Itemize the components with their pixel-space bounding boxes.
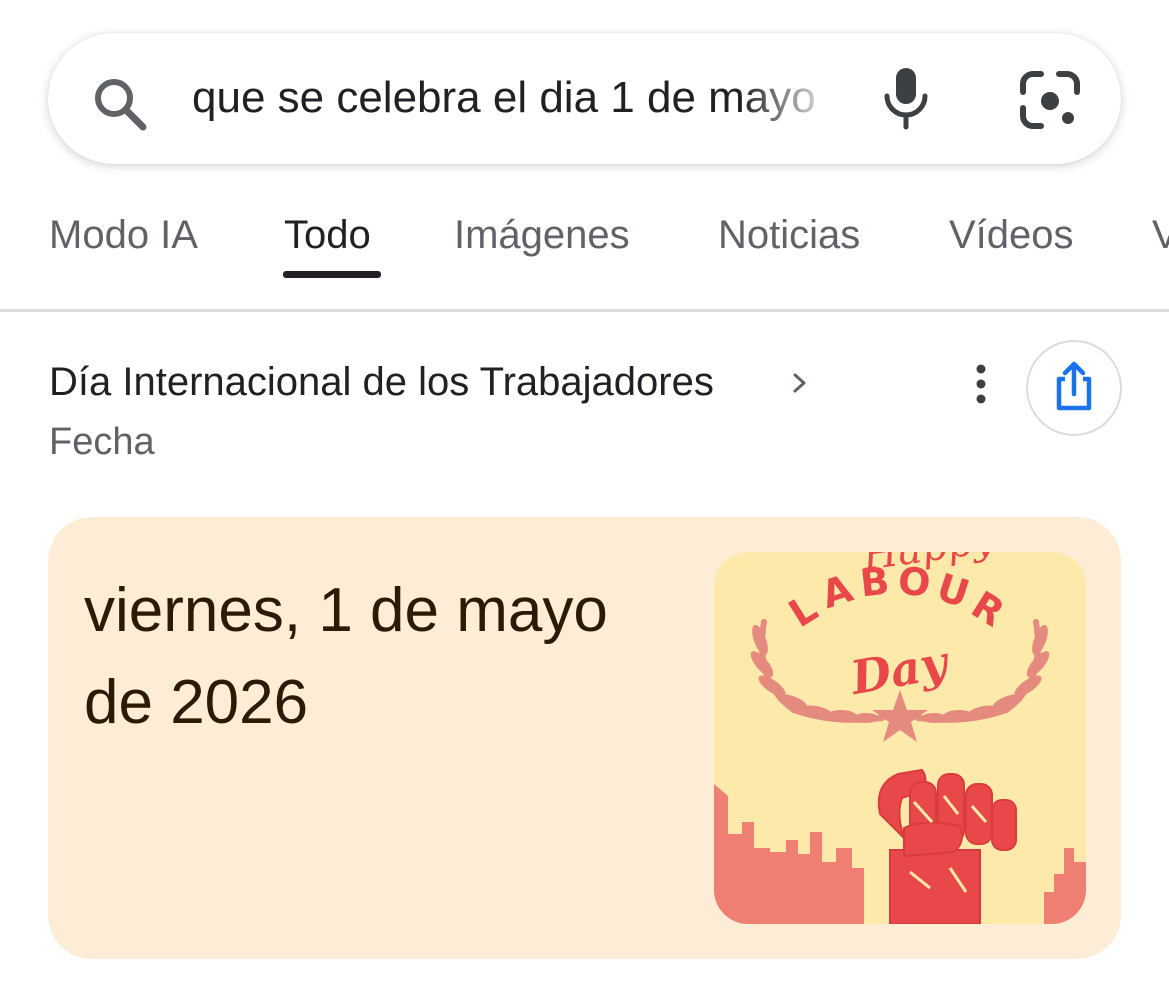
answer-card: viernes, 1 de mayo de 2026 Happy	[48, 517, 1121, 959]
tab-todo[interactable]: Todo	[284, 208, 371, 262]
svg-text:O: O	[896, 559, 933, 606]
more-vertical-icon[interactable]	[966, 362, 996, 406]
tab-videos[interactable]: Vídeos	[949, 208, 1074, 262]
tabs-divider	[0, 309, 1169, 312]
raised-fist-icon	[877, 768, 1017, 924]
svg-text:L: L	[781, 586, 825, 636]
search-input[interactable]: que se celebra el dia 1 de mayo	[192, 62, 837, 134]
svg-text:R: R	[964, 583, 1012, 636]
svg-text:U: U	[932, 565, 975, 616]
share-icon	[1056, 361, 1092, 411]
svg-text:B: B	[858, 559, 891, 606]
search-icon[interactable]	[90, 74, 150, 134]
camera-lens-icon[interactable]	[1019, 70, 1081, 130]
tab-more-partial[interactable]: V	[1152, 208, 1169, 262]
share-button[interactable]	[1026, 340, 1122, 436]
svg-text:A: A	[816, 566, 858, 617]
labour-day-image[interactable]: Happy	[714, 552, 1086, 924]
tab-imagenes[interactable]: Imágenes	[454, 208, 630, 262]
entity-subtitle: Fecha	[49, 421, 155, 463]
search-results-page: que se celebra el dia 1 de mayo Modo IA …	[0, 0, 1169, 995]
entity-title-link[interactable]: Día Internacional de los Trabajadores	[49, 355, 714, 409]
tab-noticias[interactable]: Noticias	[718, 208, 860, 262]
answer-date: viernes, 1 de mayo de 2026	[84, 576, 608, 737]
tab-modo-ia[interactable]: Modo IA	[49, 208, 198, 262]
mic-icon[interactable]	[876, 66, 936, 130]
active-tab-indicator	[283, 271, 381, 278]
chevron-right-icon[interactable]	[790, 366, 812, 400]
